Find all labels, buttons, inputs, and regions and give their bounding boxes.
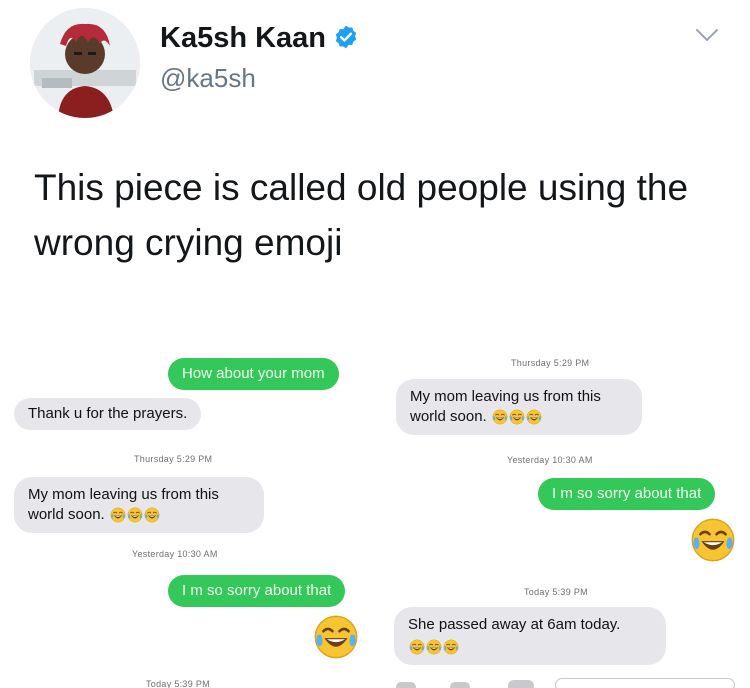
- message-field[interactable]: [555, 678, 735, 688]
- chevron-down-icon[interactable]: [694, 26, 720, 44]
- outgoing-message: I m so sorry about that: [168, 575, 346, 607]
- right-screenshot: Thursday 5:29 PM My mom leaving us from …: [380, 335, 750, 688]
- face-with-tears-of-joy-icon: [144, 507, 160, 523]
- face-with-tears-of-joy-icon: [426, 639, 442, 655]
- timestamp: Yesterday 10:30 AM: [507, 455, 593, 465]
- display-name[interactable]: Ka5sh Kaan: [160, 22, 326, 55]
- handle[interactable]: @ka5sh: [160, 63, 256, 94]
- incoming-message: My mom leaving us from this world soon.: [14, 477, 264, 533]
- camera-icon[interactable]: [396, 682, 416, 688]
- timestamp: Thursday 5:29 PM: [511, 358, 590, 368]
- apps-icon[interactable]: [450, 682, 470, 688]
- timestamp: Yesterday 10:30 AM: [132, 549, 218, 559]
- face-with-tears-of-joy-icon: [313, 614, 359, 660]
- face-with-tears-of-joy-icon: [110, 507, 126, 523]
- message-text: She passed away at 6am today.: [408, 616, 621, 633]
- verified-badge-icon: [335, 25, 357, 49]
- outgoing-message: I m so sorry about that: [538, 478, 716, 510]
- face-with-tears-of-joy-icon: [443, 639, 459, 655]
- face-with-tears-of-joy-icon: [409, 639, 425, 655]
- outgoing-message: How about your mom: [168, 358, 339, 390]
- timestamp: Today 5:39 PM: [146, 679, 210, 688]
- message-input[interactable]: [508, 680, 534, 688]
- face-with-tears-of-joy-icon: [127, 507, 143, 523]
- face-with-tears-of-joy-icon: [492, 409, 508, 425]
- avatar[interactable]: [30, 8, 140, 118]
- tweet-text: This piece is called old people using th…: [34, 167, 689, 263]
- face-with-tears-of-joy-icon: [690, 517, 736, 563]
- incoming-message: My mom leaving us from this world soon.: [396, 379, 642, 435]
- face-with-tears-of-joy-icon: [526, 409, 542, 425]
- left-screenshot: How about your mom Thank u for the praye…: [0, 335, 372, 688]
- timestamp: Today 5:39 PM: [524, 587, 588, 597]
- incoming-message: She passed away at 6am today.: [394, 607, 666, 665]
- face-with-tears-of-joy-icon: [509, 409, 525, 425]
- timestamp: Thursday 5:29 PM: [134, 454, 213, 464]
- incoming-message: Thank u for the prayers.: [14, 398, 202, 430]
